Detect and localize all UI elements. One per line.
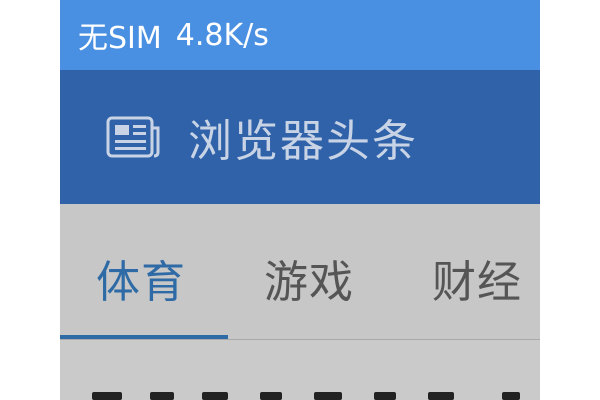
tab-finance[interactable]: 财经 (432, 246, 522, 310)
app-header: 浏览器头条 (60, 70, 540, 204)
phone-screen: 无SIM 4.8K/s 浏览器头条 体育 游戏 财经 (60, 0, 540, 400)
category-tabs: 体育 游戏 财经 (60, 204, 540, 340)
network-speed: 4.8K/s (175, 17, 269, 53)
newspaper-icon (106, 116, 160, 158)
news-list (60, 340, 540, 400)
page-title: 浏览器头条 (188, 116, 418, 167)
clipped-headline[interactable] (92, 392, 532, 400)
carrier-text: 无SIM (78, 21, 162, 56)
status-bar: 无SIM 4.8K/s (60, 0, 540, 70)
active-tab-indicator (60, 335, 228, 339)
tab-games[interactable]: 游戏 (264, 246, 354, 310)
tab-sports[interactable]: 体育 (96, 246, 186, 310)
